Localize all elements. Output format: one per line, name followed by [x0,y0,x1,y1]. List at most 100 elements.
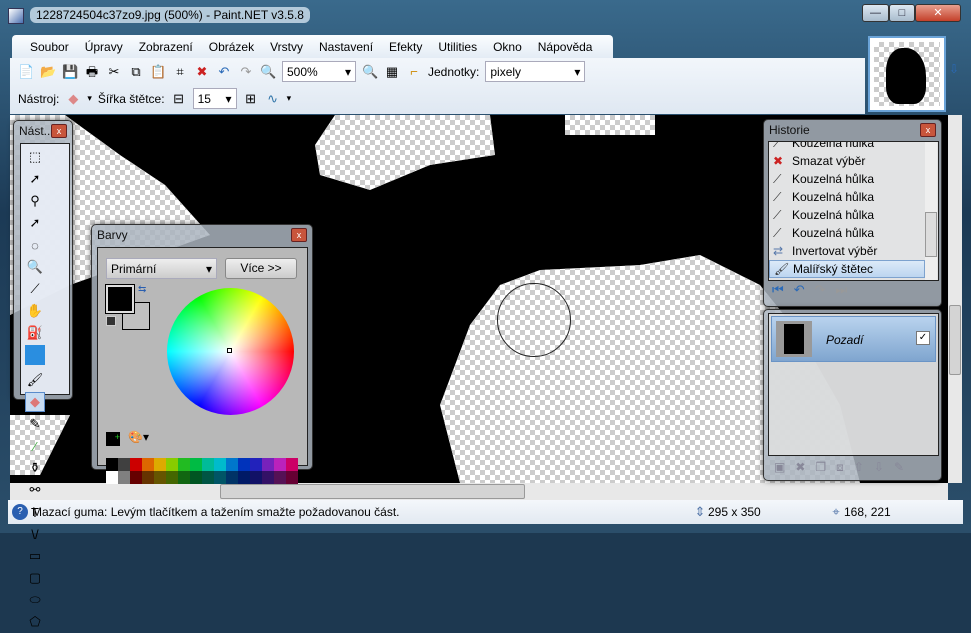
history-item[interactable]: ✖ Smazat výběr [769,152,925,170]
history-item[interactable]: ⟋ Kouzelná hůlka [769,224,925,242]
palette-swatch[interactable] [214,458,226,471]
magic-wand-icon[interactable]: ⟋ [25,279,45,299]
redo-icon[interactable]: ↷ [238,64,254,80]
palette-swatch[interactable] [154,458,166,471]
pan-icon[interactable]: ✋ [25,301,45,321]
palette-swatch[interactable] [106,471,118,484]
palette-swatch[interactable] [190,458,202,471]
move-layer-down-icon[interactable]: ⇩ [874,460,884,475]
paint-bucket-icon[interactable]: ⛽ [25,323,45,343]
menu-efekty[interactable]: Efekty [381,40,430,54]
menu-obrazek[interactable]: Obrázek [201,40,262,54]
palette-swatch[interactable] [166,458,178,471]
palette-swatch[interactable] [130,471,142,484]
palette-swatch[interactable] [154,471,166,484]
ellipse-select-icon[interactable]: ◌ [25,235,45,255]
palette-swatch[interactable] [202,458,214,471]
palette-swatch[interactable] [238,471,250,484]
color-wheel[interactable] [167,288,294,415]
palette-swatch[interactable] [178,471,190,484]
palette-swatch[interactable] [178,458,190,471]
rounded-rectangle-icon[interactable]: ▢ [25,568,45,588]
palette-swatch[interactable] [286,458,298,471]
history-item[interactable]: ⟋ Kouzelná hůlka [769,142,925,152]
eraser-icon[interactable]: ◆ [25,392,45,412]
move-layer-up-icon[interactable]: ⇧ [854,460,864,475]
zoom-icon[interactable]: 🔍 [25,257,45,277]
delete-layer-icon[interactable]: ✖ [795,460,805,475]
reset-colors-icon[interactable] [106,316,116,326]
brush-width-combo[interactable]: 15 ▾ [192,88,237,109]
zoom-out-icon[interactable]: 🔍 [260,64,276,80]
palette-swatch[interactable] [262,458,274,471]
palette-menu-icon[interactable]: 🎨▾ [128,430,149,444]
deselect-icon[interactable]: ✖ [194,64,210,80]
ruler-icon[interactable]: ⌐ [406,64,422,80]
palette-swatch[interactable] [118,471,130,484]
zoom-combo[interactable]: 500% ▾ [282,61,356,82]
thumbnail-toggle-icon[interactable]: ⇩ [949,62,959,76]
vertical-scrollbar[interactable] [948,115,962,483]
rectangle-icon[interactable]: ▭ [25,546,45,566]
close-icon[interactable]: x [920,123,936,137]
increase-icon[interactable]: ⊞ [243,91,259,107]
history-item[interactable]: ⇄ Invertovat výběr [769,242,925,260]
menu-soubor[interactable]: Soubor [22,40,77,54]
freeform-shape-icon[interactable]: ⬠ [25,612,45,632]
merge-layer-icon[interactable]: ⧈ [836,460,844,475]
color-picker-icon[interactable]: ⁄ [25,436,45,456]
save-icon[interactable]: 💾 [62,64,78,80]
decrease-icon[interactable]: ⊟ [171,91,187,107]
history-item[interactable]: ⟋ Kouzelná hůlka [769,188,925,206]
palette-swatch[interactable] [274,458,286,471]
layer-visible-checkbox[interactable]: ✓ [916,331,930,345]
paste-icon[interactable]: 📋 [150,64,166,80]
palette-swatch[interactable] [238,458,250,471]
color-mode-combo[interactable]: Primární ▾ [106,258,217,279]
palette-swatch[interactable] [226,471,238,484]
print-icon[interactable]: 🖶 [84,64,100,80]
antialiasing-icon[interactable]: ∿ [265,91,281,107]
paintbrush-icon[interactable]: 🖌 [25,370,45,390]
menu-okno[interactable]: Okno [485,40,530,54]
menu-zobrazeni[interactable]: Zobrazení [131,40,201,54]
move-selection-icon[interactable]: ➚ [25,169,45,189]
redo-icon[interactable]: ↷ [815,282,826,298]
palette-swatch[interactable] [202,471,214,484]
palette-swatch[interactable] [166,471,178,484]
palette-swatch[interactable] [118,458,130,471]
cut-icon[interactable]: ✂ [106,64,122,80]
fast-forward-icon[interactable]: ⏭ [836,282,848,298]
palette-swatch[interactable] [142,458,154,471]
palette-swatch[interactable] [250,458,262,471]
text-icon[interactable]: T [25,502,45,522]
rectangle-select-icon[interactable]: ⬚ [25,147,45,167]
new-icon[interactable]: 📄 [18,64,34,80]
menu-vrstvy[interactable]: Vrstvy [262,40,311,54]
palette-swatch[interactable] [250,471,262,484]
close-button[interactable]: ✕ [915,4,961,22]
gradient-icon[interactable] [25,345,45,365]
close-icon[interactable]: x [51,124,67,138]
duplicate-layer-icon[interactable]: ❐ [815,460,826,475]
palette-swatch[interactable] [130,458,142,471]
add-layer-icon[interactable]: ▣ [774,460,785,475]
close-icon[interactable]: x [291,228,307,242]
image-thumbnail[interactable] [868,36,946,112]
palette-swatch[interactable] [286,471,298,484]
rewind-icon[interactable]: ⏮ [772,282,784,298]
copy-icon[interactable]: ⧉ [128,64,144,80]
history-item[interactable]: 🖌 Malířský štětec [769,260,925,278]
recolor-icon[interactable]: ⚯ [25,480,45,500]
grid-icon[interactable]: ▦ [384,64,400,80]
menu-upravy[interactable]: Úpravy [77,40,131,54]
more-button[interactable]: Více >> [225,258,297,279]
ellipse-icon[interactable]: ⬭ [25,590,45,610]
lasso-icon[interactable]: ⚲ [25,191,45,211]
palette-swatch[interactable] [214,471,226,484]
clone-stamp-icon[interactable]: ⚱ [25,458,45,478]
maximize-button[interactable]: □ [889,4,915,22]
palette-swatch[interactable] [274,471,286,484]
primary-color-swatch[interactable] [105,284,135,314]
chevron-down-icon[interactable]: ▾ [287,93,292,104]
